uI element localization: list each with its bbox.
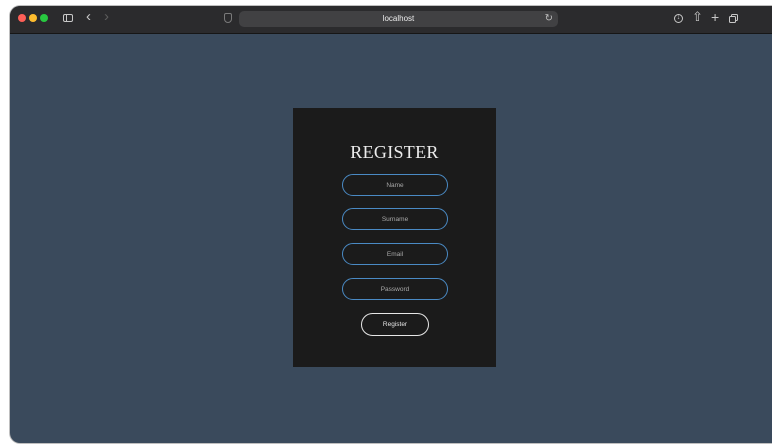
- address-url: localhost: [382, 14, 415, 23]
- zoom-window-button[interactable]: [40, 14, 48, 22]
- close-window-button[interactable]: [18, 14, 26, 22]
- plus-icon[interactable]: +: [711, 10, 719, 24]
- browser-toolbar: ‹ › localhost ↻ ↓ ⇧ +: [10, 6, 772, 34]
- password-input[interactable]: [342, 278, 448, 300]
- sidebar-icon[interactable]: [63, 14, 73, 22]
- shield-icon[interactable]: [224, 13, 232, 23]
- chevron-left-icon[interactable]: ‹: [86, 9, 91, 24]
- register-button[interactable]: Register: [361, 313, 429, 336]
- minimize-window-button[interactable]: [29, 14, 37, 22]
- reload-icon[interactable]: ↻: [545, 13, 553, 25]
- chevron-right-icon[interactable]: ›: [104, 9, 109, 24]
- browser-window: ‹ › localhost ↻ ↓ ⇧ + REGISTER Register: [10, 6, 772, 443]
- address-bar[interactable]: localhost ↻: [239, 11, 558, 27]
- register-title: REGISTER: [350, 142, 439, 162]
- name-input[interactable]: [342, 174, 448, 196]
- tabs-icon[interactable]: [729, 14, 738, 23]
- register-card: REGISTER Register: [293, 108, 496, 367]
- surname-input[interactable]: [342, 208, 448, 230]
- download-icon[interactable]: ↓: [674, 14, 683, 23]
- share-icon[interactable]: ⇧: [692, 10, 703, 23]
- email-input[interactable]: [342, 243, 448, 265]
